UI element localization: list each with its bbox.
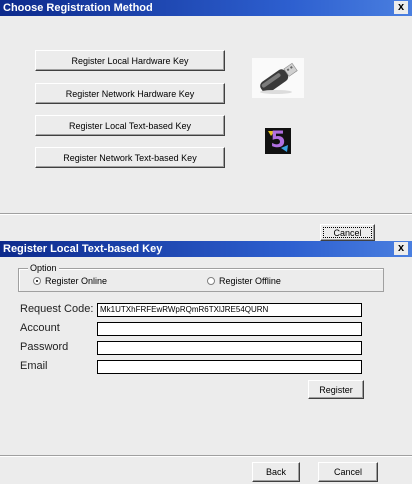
close-button[interactable]: x — [394, 1, 408, 14]
back-button[interactable]: Back — [252, 462, 300, 482]
register-local-text-key-button[interactable]: Register Local Text-based Key — [35, 115, 225, 136]
close-button[interactable]: x — [394, 242, 408, 255]
separator — [0, 213, 412, 215]
separator — [0, 455, 412, 457]
email-label: Email — [20, 360, 48, 372]
option-legend: Option — [28, 263, 59, 273]
register-button[interactable]: Register — [308, 380, 364, 399]
register-network-text-key-button[interactable]: Register Network Text-based Key — [35, 147, 225, 168]
cancel-button[interactable]: Cancel — [318, 462, 378, 482]
usb-drive-icon — [252, 58, 304, 98]
request-code-label: Request Code: — [20, 303, 94, 315]
radio-indicator — [207, 277, 215, 285]
register-local-hardware-key-button[interactable]: Register Local Hardware Key — [35, 50, 225, 71]
account-label: Account — [20, 322, 60, 334]
email-field[interactable] — [97, 360, 362, 374]
password-field[interactable] — [97, 341, 362, 355]
dialog-title: Register Local Text-based Key — [3, 243, 163, 255]
register-online-radio[interactable]: Register Online — [33, 276, 107, 286]
cancel-button[interactable]: Cancel — [320, 224, 375, 241]
choose-registration-dialog: Choose Registration Method x Register Lo… — [0, 0, 412, 241]
title-bar: Choose Registration Method x — [0, 0, 412, 16]
password-label: Password — [20, 341, 69, 353]
request-code-field[interactable]: Mk1UTXhFRFEwRWpRQmR6TXlJRE54QURN — [97, 303, 362, 317]
radio-online-label: Register Online — [45, 276, 108, 286]
register-offline-radio[interactable]: Register Offline — [207, 276, 281, 286]
register-local-text-key-dialog: Register Local Text-based Key x Option R… — [0, 241, 412, 484]
dialog-title: Choose Registration Method — [3, 2, 153, 14]
logo-character: 5 — [270, 128, 286, 153]
radio-selected-indicator — [33, 277, 41, 285]
radio-offline-label: Register Offline — [219, 276, 281, 286]
five-logo-icon: 5 — [265, 128, 291, 154]
title-bar: Register Local Text-based Key x — [0, 241, 412, 257]
account-field[interactable] — [97, 322, 362, 336]
register-network-hardware-key-button[interactable]: Register Network Hardware Key — [35, 83, 225, 104]
